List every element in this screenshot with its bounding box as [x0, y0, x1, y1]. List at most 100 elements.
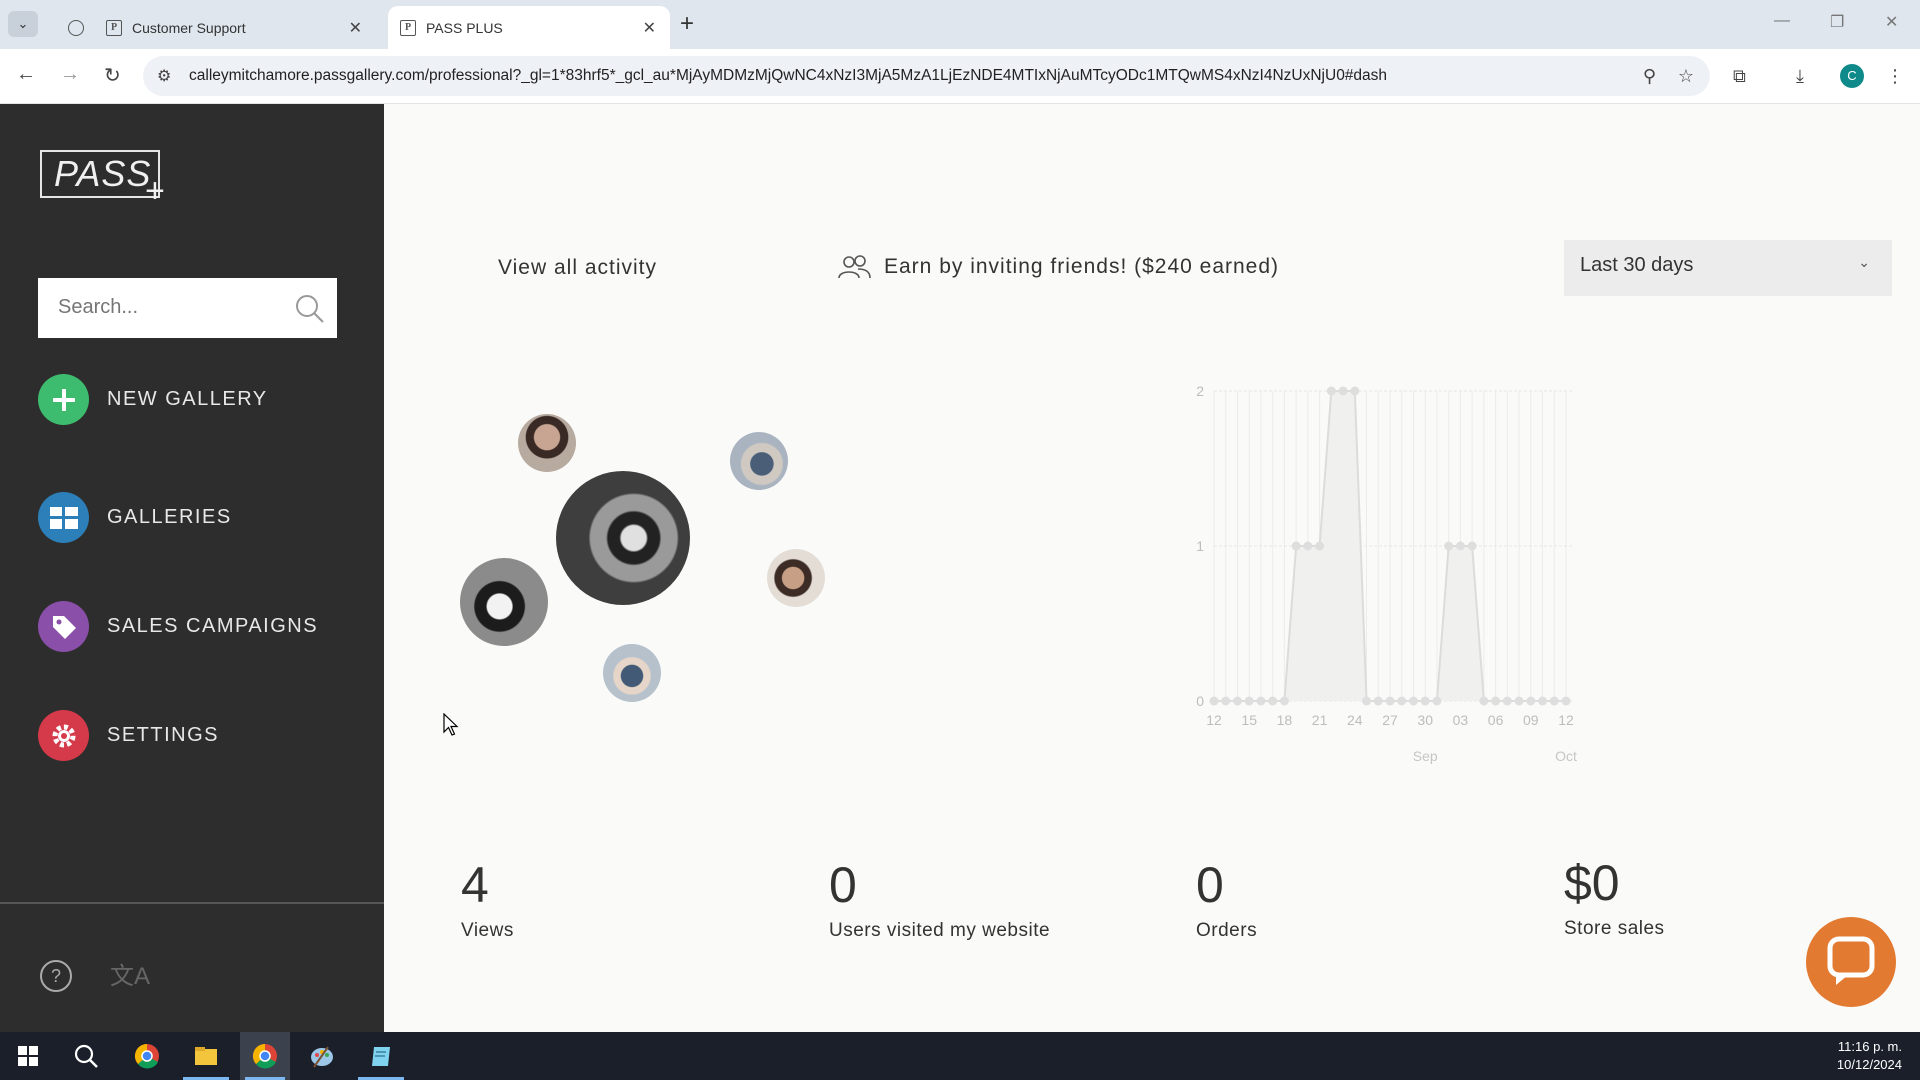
nav-label: NEW GALLERY: [107, 388, 268, 410]
minimize-icon[interactable]: —: [1774, 12, 1790, 30]
chart-point: [1526, 696, 1536, 706]
mouse-cursor-icon: [443, 713, 459, 736]
site-info-icon[interactable]: ⚙: [157, 66, 171, 86]
chart-point: [1256, 696, 1266, 706]
x-tick-label: 03: [1453, 712, 1469, 728]
url-text: calleymitchamore.passgallery.com/profess…: [189, 67, 1388, 84]
chart-point: [1514, 696, 1524, 706]
chart-point: [1444, 541, 1454, 551]
search-input[interactable]: [58, 278, 288, 336]
nav-new-gallery[interactable]: NEW GALLERY: [38, 374, 268, 425]
stat-users-visited: 0 Users visited my website: [829, 856, 1050, 942]
stat-store-sales: $0 Store sales: [1564, 854, 1665, 940]
x-tick-label: 27: [1382, 712, 1398, 728]
stat-label: Views: [461, 920, 514, 941]
extensions-icon[interactable]: ⧉: [1733, 66, 1746, 87]
chart-point: [1338, 386, 1348, 396]
reload-icon[interactable]: ↻: [104, 63, 121, 88]
chart-point: [1385, 696, 1395, 706]
x-tick-label: 21: [1312, 712, 1328, 728]
plus-icon: [38, 374, 89, 425]
chart-point: [1432, 696, 1442, 706]
window-close-icon[interactable]: ✕: [1885, 12, 1898, 32]
help-icon[interactable]: ?: [40, 960, 72, 992]
bookmark-star-icon[interactable]: ☆: [1678, 66, 1694, 87]
notepad-icon[interactable]: [368, 1042, 396, 1070]
tab-favicon-icon: P: [400, 19, 416, 36]
tab-title: Customer Support: [132, 19, 246, 36]
chart-point: [1408, 696, 1418, 706]
y-tick-label: 0: [1196, 693, 1204, 709]
paint-icon[interactable]: [308, 1042, 336, 1070]
chrome-icon[interactable]: [133, 1042, 161, 1070]
gear-icon: [38, 710, 89, 761]
dashboard-main: View all activity Earn by inviting frien…: [384, 104, 1920, 1032]
views-chart: 01212 15 18 21 24 27 30 03 06 09 12Sep Oct: [1196, 383, 1577, 764]
restore-icon[interactable]: ❐: [1830, 12, 1844, 32]
earn-invite-link[interactable]: Earn by inviting friends! ($240 earned): [836, 254, 1279, 280]
forward-icon[interactable]: →: [60, 63, 80, 86]
chat-support-button[interactable]: [1806, 917, 1896, 1007]
chart-point: [1502, 696, 1512, 706]
search-icon[interactable]: [72, 1042, 100, 1070]
tab-title: PASS PLUS: [426, 19, 503, 36]
activity-photo-bubble[interactable]: [603, 644, 661, 702]
activity-photo-bubble[interactable]: [767, 549, 825, 607]
chart-point: [1561, 696, 1571, 706]
tab-pass-plus[interactable]: P PASS PLUS ✕: [388, 6, 670, 49]
stat-value: 4: [461, 857, 489, 913]
chart-point: [1232, 696, 1242, 706]
close-icon[interactable]: ✕: [349, 18, 362, 38]
chart-point: [1420, 696, 1430, 706]
chrome-profile-icon[interactable]: [251, 1042, 279, 1070]
zoom-icon[interactable]: ⚲: [1643, 66, 1656, 87]
windows-taskbar: 11:16 p. m. 10/12/2024: [0, 1032, 1920, 1080]
chart-point: [1279, 696, 1289, 706]
chart-point: [1479, 696, 1489, 706]
activity-photo-bubble[interactable]: [556, 471, 690, 605]
system-clock[interactable]: 11:16 p. m. 10/12/2024: [1837, 1038, 1902, 1074]
stat-label: Store sales: [1564, 918, 1665, 939]
file-explorer-icon[interactable]: [192, 1042, 220, 1070]
x-tick-label: 12: [1558, 712, 1574, 728]
chart-point: [1467, 541, 1477, 551]
date-range-select[interactable]: Last 30 days ⌄: [1564, 240, 1892, 296]
chart-point: [1244, 696, 1254, 706]
back-icon[interactable]: ←: [16, 63, 36, 86]
download-icon[interactable]: ⤓: [1796, 66, 1804, 87]
profile-avatar[interactable]: C: [1840, 64, 1864, 88]
browser-toolbar: ← → ↻ ⚙ calleymitchamore.passgallery.com…: [0, 49, 1920, 104]
chart-point: [1455, 541, 1465, 551]
chart-point: [1315, 541, 1325, 551]
activity-photo-bubble[interactable]: [460, 558, 548, 646]
chart-point: [1221, 696, 1231, 706]
chart-point: [1268, 696, 1278, 706]
close-icon[interactable]: ✕: [643, 18, 656, 38]
nav-sales-campaigns[interactable]: SALES CAMPAIGNS: [38, 601, 318, 652]
activity-photo-bubble[interactable]: [730, 432, 788, 490]
sidebar: PASS + NEW GALLERY GALLERIES SALES CAMPA…: [0, 104, 384, 1032]
nav-galleries[interactable]: GALLERIES: [38, 492, 232, 543]
chart-point: [1491, 696, 1501, 706]
activity-photo-bubble[interactable]: [518, 414, 576, 472]
x-tick-label: 30: [1417, 712, 1433, 728]
translate-icon[interactable]: 文A: [110, 956, 150, 991]
tab-list-button[interactable]: ⌄: [8, 11, 38, 37]
menu-kebab-icon[interactable]: ⋮: [1886, 66, 1904, 87]
tab-customer-support[interactable]: P Customer Support ✕: [56, 6, 376, 49]
nav-label: SETTINGS: [107, 724, 220, 746]
view-all-activity-link[interactable]: View all activity: [498, 256, 657, 280]
globe-icon: [68, 19, 84, 36]
grid-icon: [38, 492, 89, 543]
stat-value: 0: [1196, 857, 1224, 913]
new-tab-button[interactable]: +: [680, 10, 694, 38]
nav-settings[interactable]: SETTINGS: [38, 710, 219, 761]
chart-point: [1303, 541, 1313, 551]
search-icon[interactable]: [293, 292, 325, 324]
stat-label: Users visited my website: [829, 920, 1051, 941]
tab-favicon-icon: P: [106, 19, 122, 36]
x-tick-label: 15: [1241, 712, 1257, 728]
address-bar[interactable]: ⚙ calleymitchamore.passgallery.com/profe…: [143, 56, 1710, 96]
windows-start-icon[interactable]: [14, 1042, 42, 1070]
pass-logo[interactable]: PASS: [40, 150, 160, 198]
